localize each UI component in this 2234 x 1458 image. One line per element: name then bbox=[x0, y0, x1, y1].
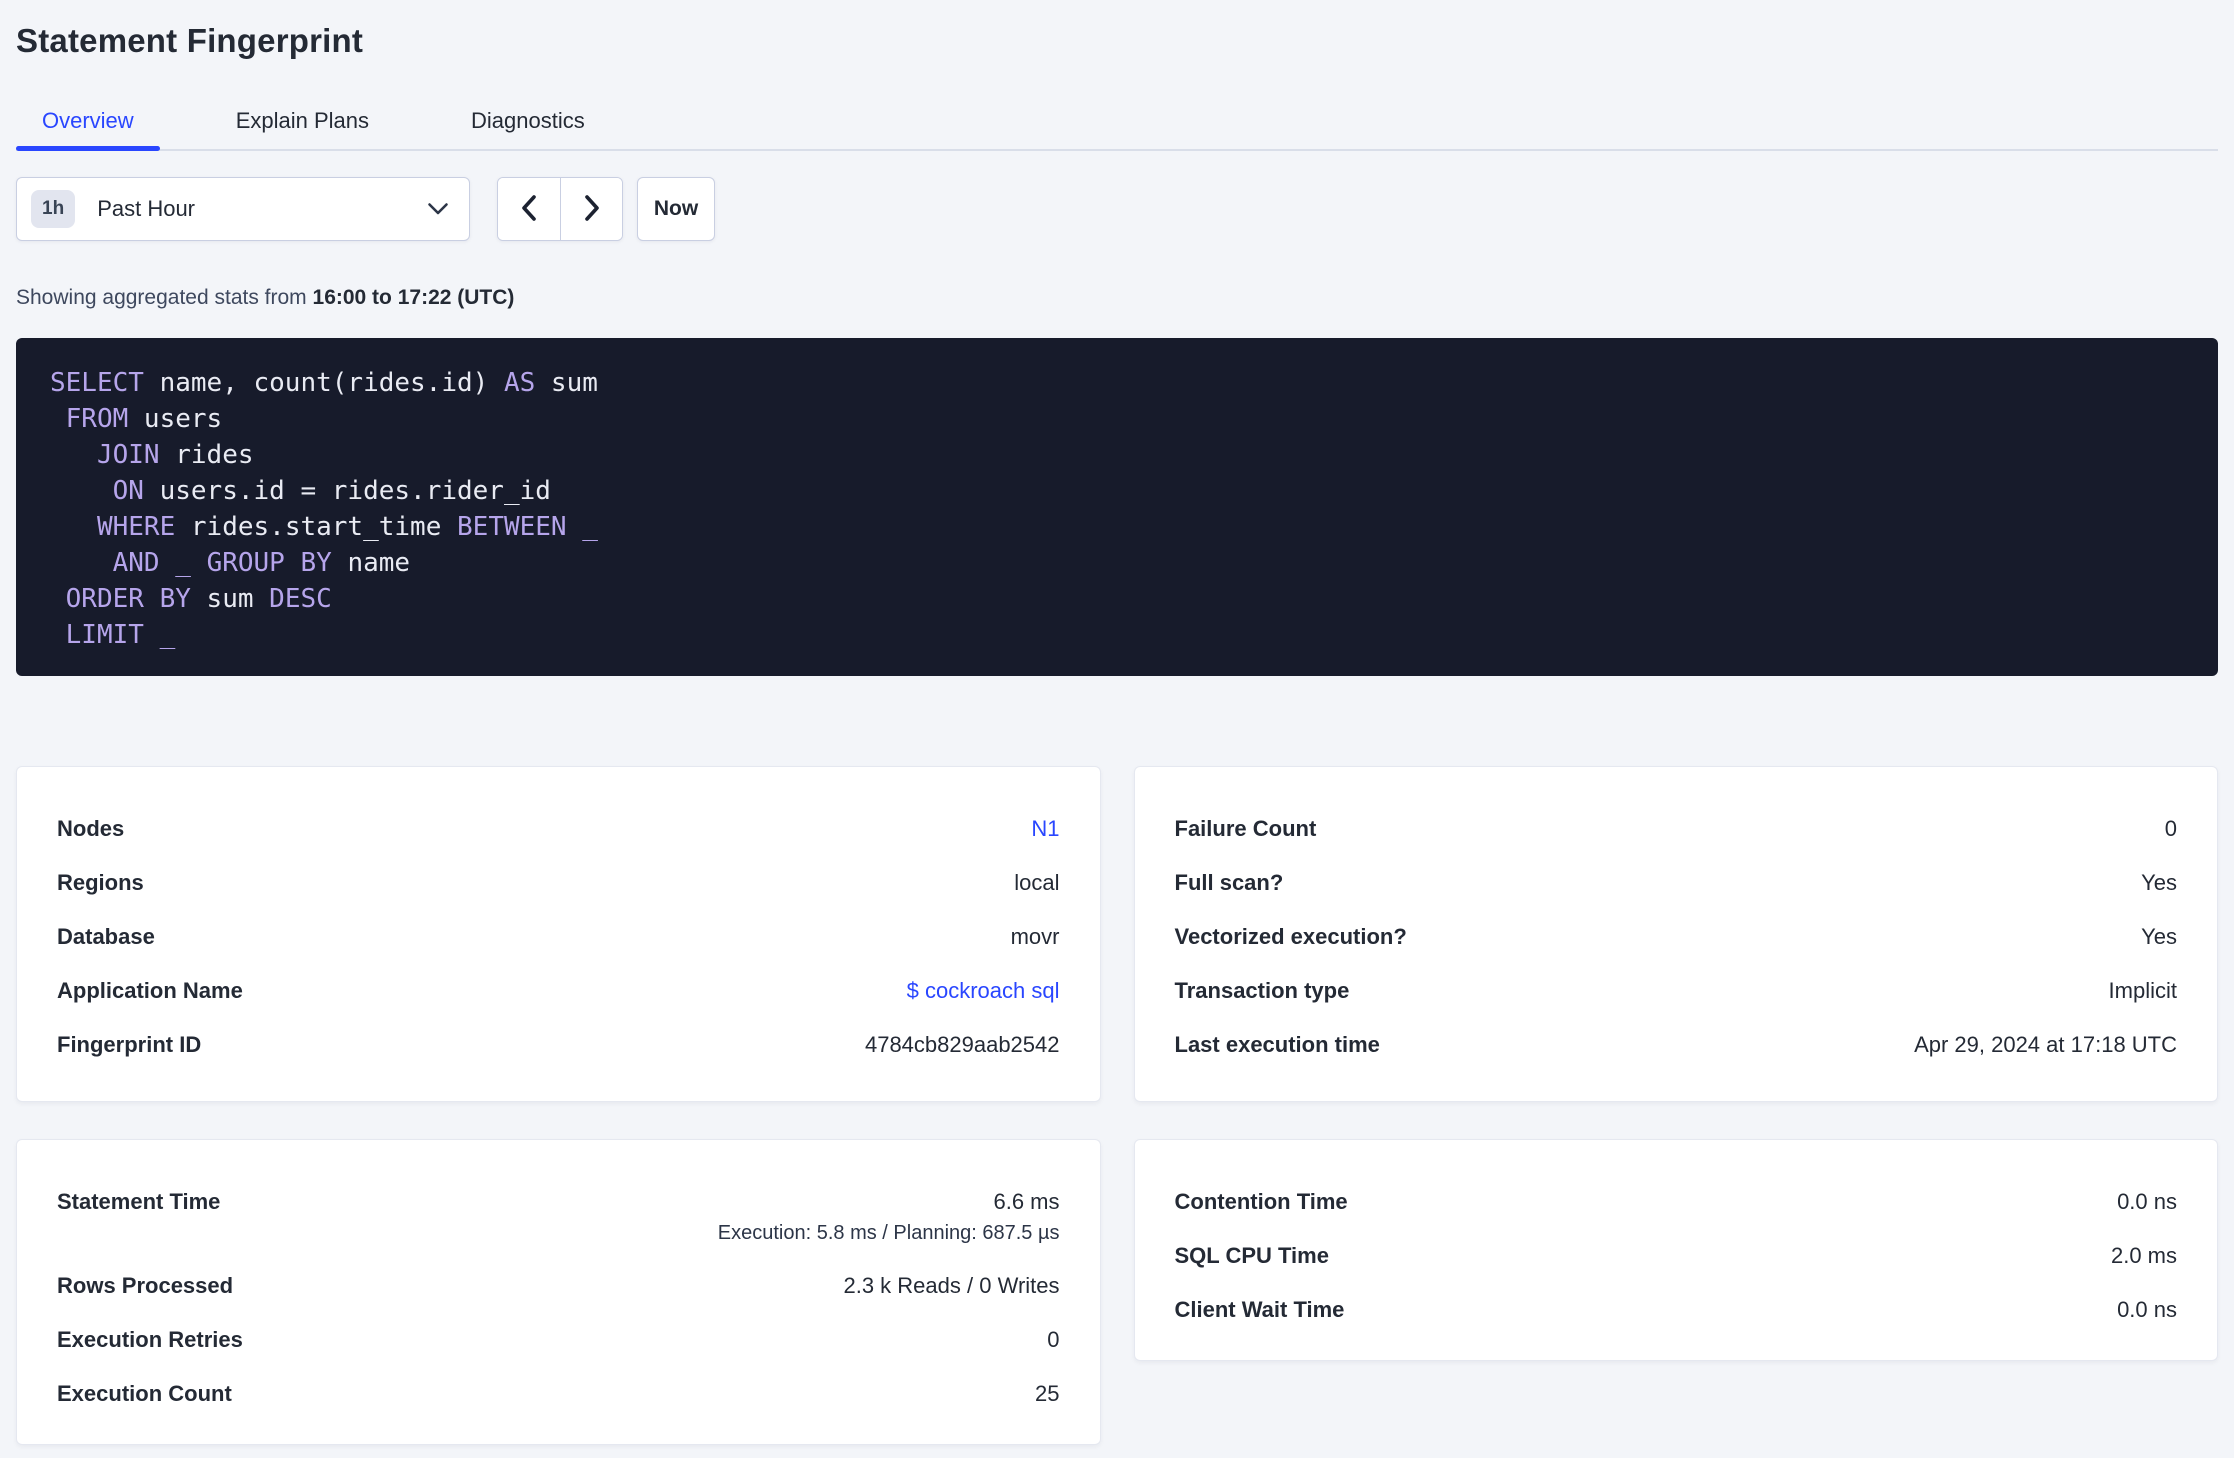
tab-overview[interactable]: Overview bbox=[16, 106, 160, 151]
card-row-nodes: Nodes N1 bbox=[57, 815, 1060, 843]
row-value-block: 6.6 ms Execution: 5.8 ms / Planning: 687… bbox=[718, 1188, 1060, 1246]
row-value: Yes bbox=[2141, 870, 2177, 895]
card-row-fingerprint-id: Fingerprint ID 4784cb829aab2542 bbox=[57, 1031, 1060, 1059]
stats-line-prefix: Showing aggregated stats from bbox=[16, 286, 313, 309]
card-row-application-name: Application Name $ cockroach sql bbox=[57, 977, 1060, 1005]
execution-attributes-card: Failure Count 0 Full scan? Yes Vectorize… bbox=[1133, 766, 2218, 1102]
row-label: Full scan? bbox=[1174, 870, 1284, 895]
row-label: SQL CPU Time bbox=[1174, 1243, 1329, 1268]
stats-line-range: 16:00 to 17:22 (UTC) bbox=[312, 286, 515, 309]
card-row-rows-processed: Rows Processed 2.3 k Reads / 0 Writes bbox=[57, 1272, 1060, 1300]
statement-stats-card: Statement Time 6.6 ms Execution: 5.8 ms … bbox=[16, 1139, 1101, 1445]
overview-card: Nodes N1 Regions local Database movr App… bbox=[16, 766, 1101, 1102]
row-value: 2.0 ms bbox=[2110, 1243, 2177, 1268]
row-value: 0 bbox=[2164, 816, 2177, 841]
chevron-right-icon bbox=[581, 193, 603, 226]
row-value: 6.6 ms bbox=[993, 1189, 1060, 1214]
row-label: Statement Time bbox=[57, 1189, 221, 1214]
row-value: 2.3 k Reads / 0 Writes bbox=[843, 1273, 1060, 1298]
row-label: Fingerprint ID bbox=[57, 1032, 202, 1057]
row-value: Implicit bbox=[2108, 978, 2177, 1003]
now-button[interactable]: Now bbox=[637, 177, 715, 241]
row-value: local bbox=[1014, 870, 1060, 895]
node-link[interactable]: N1 bbox=[1031, 815, 1059, 843]
row-value: Apr 29, 2024 at 17:18 UTC bbox=[1914, 1032, 2177, 1057]
card-row-sql-cpu-time: SQL CPU Time 2.0 ms bbox=[1175, 1242, 2178, 1270]
row-label: Rows Processed bbox=[57, 1273, 234, 1298]
time-controls: 1h Past Hour Now bbox=[16, 177, 2218, 241]
page-title: Statement Fingerprint bbox=[16, 22, 364, 59]
card-row-regions: Regions local bbox=[57, 869, 1060, 897]
time-range-label: Past Hour bbox=[97, 196, 196, 221]
card-row-full-scan: Full scan? Yes bbox=[1175, 869, 2178, 897]
info-cards-row: Nodes N1 Regions local Database movr App… bbox=[16, 766, 2218, 1102]
card-row-database: Database movr bbox=[57, 923, 1060, 951]
aggregated-stats-line: Showing aggregated stats from 16:00 to 1… bbox=[16, 283, 2218, 313]
sql-statement: SELECT name, count(rides.id) AS sum FROM… bbox=[16, 338, 2218, 676]
card-row-failure-count: Failure Count 0 bbox=[1175, 815, 2178, 843]
row-label: Nodes bbox=[57, 816, 125, 841]
row-label: Regions bbox=[57, 870, 144, 895]
card-row-statement-time: Statement Time 6.6 ms Execution: 5.8 ms … bbox=[57, 1188, 1060, 1246]
chevron-left-icon bbox=[518, 193, 540, 226]
row-label: Contention Time bbox=[1174, 1189, 1348, 1214]
row-value: 25 bbox=[1035, 1381, 1060, 1406]
row-value: 0 bbox=[1047, 1327, 1060, 1352]
row-value: movr bbox=[1010, 924, 1060, 949]
card-row-contention-time: Contention Time 0.0 ns bbox=[1175, 1188, 2178, 1216]
row-label: Execution Retries bbox=[57, 1327, 243, 1352]
time-interval-badge: 1h bbox=[31, 190, 76, 228]
row-label: Vectorized execution? bbox=[1174, 924, 1407, 949]
time-step-buttons bbox=[497, 177, 623, 241]
time-range-picker[interactable]: 1h Past Hour bbox=[16, 177, 470, 241]
timing-stats-card: Contention Time 0.0 ns SQL CPU Time 2.0 … bbox=[1133, 1139, 2218, 1361]
card-row-execution-retries: Execution Retries 0 bbox=[57, 1326, 1060, 1354]
tab-diagnostics[interactable]: Diagnostics bbox=[445, 106, 611, 149]
row-label: Failure Count bbox=[1174, 816, 1317, 841]
row-label: Execution Count bbox=[57, 1381, 232, 1406]
chevron-down-icon bbox=[427, 202, 449, 216]
row-value: 0.0 ns bbox=[2117, 1189, 2177, 1214]
row-value: 4784cb829aab2542 bbox=[864, 1032, 1060, 1057]
card-row-transaction-type: Transaction type Implicit bbox=[1175, 977, 2178, 1005]
card-row-vectorized: Vectorized execution? Yes bbox=[1175, 923, 2178, 951]
row-subvalue: Execution: 5.8 ms / Planning: 687.5 µs bbox=[717, 1222, 1060, 1244]
tab-bar: Overview Explain Plans Diagnostics bbox=[16, 106, 2218, 151]
card-row-client-wait-time: Client Wait Time 0.0 ns bbox=[1175, 1296, 2178, 1324]
row-label: Database bbox=[57, 924, 155, 949]
row-value: 0.0 ns bbox=[2117, 1297, 2177, 1322]
previous-interval-button[interactable] bbox=[498, 178, 560, 240]
statement-fingerprint-page: Statement Fingerprint Overview Explain P… bbox=[0, 0, 2234, 1445]
row-label: Application Name bbox=[57, 978, 243, 1003]
tab-explain-plans[interactable]: Explain Plans bbox=[210, 106, 395, 149]
row-label: Client Wait Time bbox=[1174, 1297, 1345, 1322]
row-value: Yes bbox=[2141, 924, 2177, 949]
stats-cards-row: Statement Time 6.6 ms Execution: 5.8 ms … bbox=[16, 1139, 2218, 1445]
application-name-link[interactable]: $ cockroach sql bbox=[907, 977, 1060, 1005]
row-label: Last execution time bbox=[1174, 1032, 1380, 1057]
card-row-last-execution-time: Last execution time Apr 29, 2024 at 17:1… bbox=[1175, 1031, 2178, 1059]
row-label: Transaction type bbox=[1174, 978, 1350, 1003]
card-row-execution-count: Execution Count 25 bbox=[57, 1380, 1060, 1408]
next-interval-button[interactable] bbox=[560, 178, 622, 240]
